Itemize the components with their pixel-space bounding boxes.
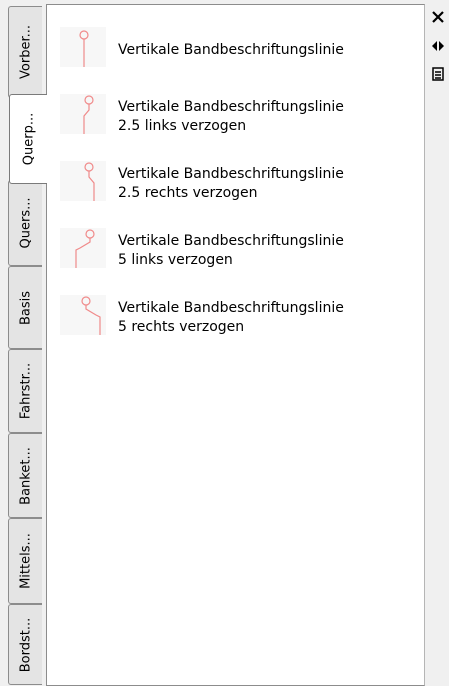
tab-strip: Vorber... Querp... Quers... Basis Fahrst… xyxy=(0,0,50,685)
tab-mittelstreifen[interactable]: Mittels... xyxy=(8,518,42,604)
properties-menu-icon[interactable] xyxy=(430,66,446,82)
tab-label: Mittels... xyxy=(18,533,33,589)
tool-item-label: Vertikale Bandbeschriftungslinie 5 links… xyxy=(118,233,344,268)
tab-vorbereitung[interactable]: Vorber... xyxy=(8,6,42,98)
tab-querprofil[interactable]: Querp... xyxy=(9,94,47,184)
tool-item-label: Vertikale Bandbeschriftungslinie 5 recht… xyxy=(118,300,344,335)
tool-item-label-line-2-5-right[interactable]: Vertikale Bandbeschriftungslinie 2.5 rec… xyxy=(60,161,420,205)
auto-hide-icon[interactable] xyxy=(430,38,446,54)
label-line-offset-right-5-icon xyxy=(60,295,106,335)
tool-item-label: Vertikale Bandbeschriftungslinie xyxy=(118,42,344,58)
tab-label: Bordst... xyxy=(18,617,33,672)
tab-basis[interactable]: Basis xyxy=(8,266,42,349)
tab-fahrstreifen[interactable]: Fahrstr... xyxy=(8,349,42,433)
label-line-offset-right-2-5-icon xyxy=(60,161,106,201)
label-line-offset-left-2-5-icon xyxy=(60,94,106,134)
palette-title-bar xyxy=(426,0,449,685)
tab-label: Banket... xyxy=(18,446,33,505)
tab-bankett[interactable]: Banket... xyxy=(8,433,42,518)
tab-label: Querp... xyxy=(21,112,36,166)
vertical-label-line-icon xyxy=(60,27,106,67)
close-icon[interactable] xyxy=(430,9,446,25)
tool-item-label: Vertikale Bandbeschriftungslinie 2.5 lin… xyxy=(118,99,344,134)
tab-bordstein[interactable]: Bordst... xyxy=(8,604,42,685)
tab-label: Quers... xyxy=(18,197,33,249)
tool-item-label-line-5-left[interactable]: Vertikale Bandbeschriftungslinie 5 links… xyxy=(60,228,420,272)
tool-palette-content: Vertikale Bandbeschriftungslinie Vertika… xyxy=(46,4,425,686)
tab-label: Fahrstr... xyxy=(18,362,33,420)
tool-item-label: Vertikale Bandbeschriftungslinie 2.5 rec… xyxy=(118,166,344,201)
label-line-offset-left-5-icon xyxy=(60,228,106,268)
tool-item-label-line-5-right[interactable]: Vertikale Bandbeschriftungslinie 5 recht… xyxy=(60,295,420,339)
tool-item-label-line-2-5-left[interactable]: Vertikale Bandbeschriftungslinie 2.5 lin… xyxy=(60,94,420,138)
tab-label: Basis xyxy=(18,290,33,325)
tool-item-vertical-label-line[interactable]: Vertikale Bandbeschriftungslinie xyxy=(60,27,420,71)
tab-querschnitt[interactable]: Quers... xyxy=(8,180,42,266)
tab-label: Vorber... xyxy=(18,25,33,79)
